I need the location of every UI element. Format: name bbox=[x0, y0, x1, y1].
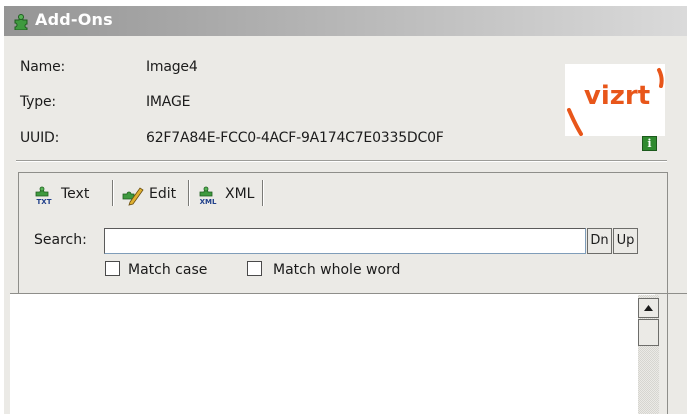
type-label: Type: bbox=[20, 94, 56, 110]
match-case-checkbox[interactable] bbox=[105, 261, 120, 276]
tab-text-label: Text bbox=[61, 186, 90, 202]
match-whole-word-checkbox[interactable] bbox=[247, 261, 262, 276]
scroll-up-button[interactable] bbox=[638, 298, 659, 318]
addons-panel: Add-Ons Name: Image4 Type: IMAGE UUID: 6… bbox=[4, 6, 687, 414]
xml-icon: XML bbox=[200, 186, 217, 206]
tab-divider-highlight bbox=[263, 180, 264, 206]
vizrt-logo: vizrt bbox=[565, 64, 665, 136]
type-value: IMAGE bbox=[146, 94, 191, 110]
panel-titlebar: Add-Ons bbox=[4, 6, 687, 36]
search-input[interactable] bbox=[104, 228, 586, 254]
separator-highlight bbox=[16, 161, 667, 162]
name-value: Image4 bbox=[146, 59, 198, 75]
tab-divider-highlight bbox=[113, 180, 114, 206]
panel-title: Add-Ons bbox=[35, 10, 113, 29]
edit-icon bbox=[122, 187, 144, 206]
arrow-up-icon bbox=[644, 305, 653, 311]
tab-xml[interactable]: XML XML bbox=[196, 178, 255, 210]
search-label: Search: bbox=[34, 232, 87, 248]
uuid-label: UUID: bbox=[20, 130, 60, 146]
tab-text[interactable]: TXT Text bbox=[32, 178, 89, 210]
addon-puzzle-icon bbox=[14, 14, 28, 30]
tab-divider-highlight bbox=[189, 180, 190, 206]
svg-text:XML: XML bbox=[200, 198, 217, 206]
find-down-button[interactable]: Dn bbox=[587, 228, 612, 254]
scroll-thumb[interactable] bbox=[638, 319, 659, 346]
vizrt-logo-text: vizrt bbox=[584, 81, 650, 111]
match-case-label: Match case bbox=[128, 262, 208, 278]
info-icon[interactable]: i bbox=[642, 136, 657, 151]
uuid-value: 62F7A84E-FCC0-4ACF-9A174C7E0335DC0F bbox=[146, 130, 444, 146]
name-label: Name: bbox=[20, 59, 66, 75]
match-whole-word-label: Match whole word bbox=[273, 262, 401, 278]
tab-edit[interactable]: Edit bbox=[120, 178, 176, 210]
find-up-button[interactable]: Up bbox=[613, 228, 638, 254]
txt-icon: TXT bbox=[35, 186, 52, 206]
tab-xml-label: XML bbox=[225, 186, 255, 202]
text-content-area[interactable] bbox=[10, 294, 625, 414]
svg-text:TXT: TXT bbox=[37, 198, 52, 206]
tab-edit-label: Edit bbox=[149, 186, 177, 202]
